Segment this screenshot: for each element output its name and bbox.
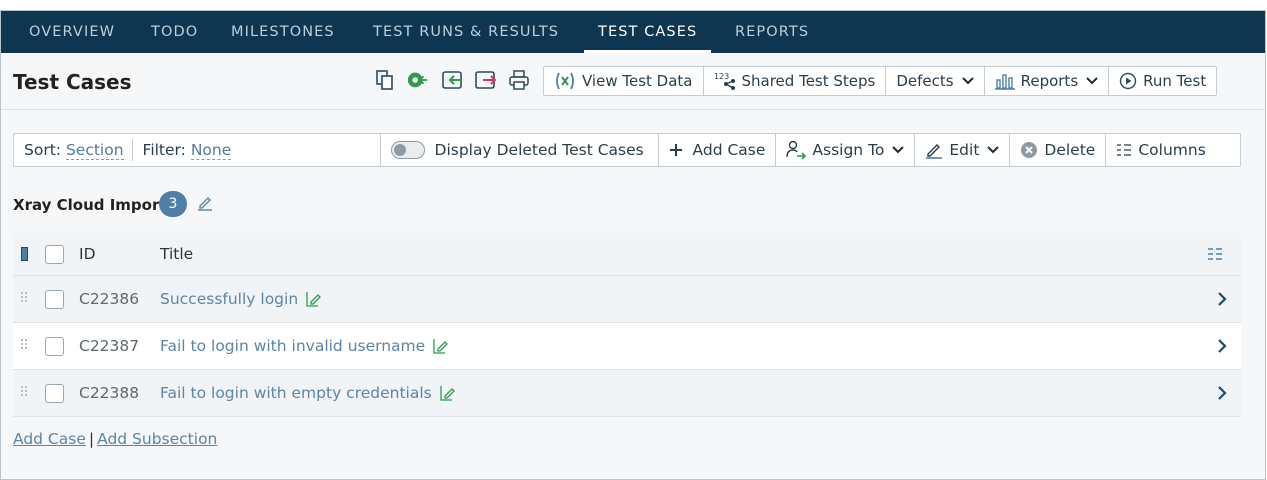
play-circle-icon: [1119, 72, 1137, 90]
header-button-group: View Test Data 123 Shared Test Steps Def…: [543, 66, 1218, 96]
export-icon[interactable]: [475, 69, 497, 91]
link-separator: |: [88, 430, 95, 448]
table-toolbar: Sort: Section Filter: None Display Delet…: [13, 133, 1241, 167]
case-title-link[interactable]: Successfully login: [160, 290, 298, 308]
delete-label: Delete: [1044, 141, 1096, 159]
print-icon[interactable]: [508, 69, 530, 91]
chevron-down-icon: [987, 146, 1000, 154]
run-test-button[interactable]: Run Test: [1109, 67, 1216, 95]
display-deleted-label: Display Deleted Test Cases: [434, 141, 644, 159]
edit-case-icon[interactable]: [438, 384, 456, 402]
select-all-checkbox[interactable]: [45, 233, 64, 275]
steps-123-icon: 123: [714, 72, 736, 90]
sort-label: Sort:: [24, 141, 61, 159]
import-icon[interactable]: [442, 69, 464, 91]
drag-handle-icon[interactable]: ⠿: [19, 370, 29, 416]
reports-dropdown[interactable]: Reports: [985, 67, 1110, 95]
edit-dropdown[interactable]: Edit: [915, 134, 1011, 166]
bar-chart-icon: [994, 72, 1015, 90]
case-title[interactable]: Fail to login with empty credentials: [160, 370, 456, 416]
chevron-down-icon: [961, 77, 974, 85]
columns-label: Columns: [1138, 141, 1206, 159]
case-id: C22387: [79, 337, 140, 355]
row-checkbox[interactable]: [45, 370, 64, 416]
assign-to-dropdown[interactable]: Assign To: [776, 134, 916, 166]
filter-control[interactable]: Filter: None: [131, 134, 381, 166]
table-row[interactable]: ⠿ C22386 Successfully login: [13, 276, 1241, 323]
case-title-link[interactable]: Fail to login with invalid username: [160, 337, 425, 355]
variable-x-icon: [554, 72, 576, 90]
defects-dropdown[interactable]: Defects: [886, 67, 985, 95]
case-id: C22388: [79, 384, 140, 402]
section-count-badge: 3: [159, 191, 187, 217]
chevron-right-icon[interactable]: [1217, 276, 1227, 322]
case-title[interactable]: Fail to login with invalid username: [160, 323, 449, 369]
plus-icon: [669, 143, 683, 157]
footer-links: Add Case | Add Subsection: [13, 430, 217, 448]
add-subsection-link[interactable]: Add Subsection: [97, 430, 217, 448]
edit-section-icon[interactable]: [197, 195, 213, 215]
shared-test-steps-button[interactable]: 123 Shared Test Steps: [704, 67, 887, 95]
toggle-switch[interactable]: [390, 141, 425, 159]
columns-button[interactable]: Columns: [1106, 134, 1240, 166]
view-test-data-label: View Test Data: [582, 72, 693, 90]
x-circle-icon: [1020, 141, 1038, 159]
user-arrow-icon: [786, 140, 807, 160]
reports-label: Reports: [1020, 72, 1079, 90]
edit-case-icon[interactable]: [304, 290, 322, 308]
sort-value[interactable]: Section: [65, 141, 124, 160]
assign-to-label: Assign To: [812, 141, 885, 159]
app-frame: OVERVIEW TODO MILESTONES TEST RUNS & RES…: [0, 10, 1266, 480]
run-test-label: Run Test: [1143, 72, 1207, 90]
top-navigation: OVERVIEW TODO MILESTONES TEST RUNS & RES…: [1, 11, 1265, 53]
divider: [131, 139, 133, 161]
table-row[interactable]: ⠿ C22388 Fail to login with empty creden…: [13, 370, 1241, 417]
pencil-icon: [925, 141, 943, 159]
row-checkbox[interactable]: [45, 323, 64, 369]
sort-control[interactable]: Sort: Section: [14, 134, 132, 166]
case-id: C22386: [79, 290, 140, 308]
copy-icon[interactable]: [374, 69, 396, 91]
row-marker-icon: [21, 233, 28, 275]
page-title: Test Cases: [13, 70, 132, 94]
section-title: Xray Cloud Import: [13, 196, 167, 214]
chevron-right-icon[interactable]: [1217, 323, 1227, 369]
case-title[interactable]: Successfully login: [160, 276, 322, 322]
tab-test-runs-results[interactable]: TEST RUNS & RESULTS: [359, 11, 573, 53]
tab-todo[interactable]: TODO: [137, 11, 212, 53]
edit-label: Edit: [949, 141, 980, 159]
tab-milestones[interactable]: MILESTONES: [217, 11, 349, 53]
display-deleted-toggle[interactable]: Display Deleted Test Cases: [381, 134, 659, 166]
filter-label: Filter:: [142, 141, 186, 159]
chevron-down-icon: [892, 146, 905, 154]
tab-reports[interactable]: REPORTS: [721, 11, 823, 53]
id-column-header[interactable]: ID: [79, 233, 96, 275]
add-case-link[interactable]: Add Case: [13, 430, 86, 448]
add-green-icon[interactable]: [406, 69, 428, 91]
add-case-button[interactable]: Add Case: [659, 134, 777, 166]
tab-test-cases[interactable]: TEST CASES: [584, 11, 712, 53]
shared-test-steps-label: Shared Test Steps: [741, 72, 876, 90]
page-header: Test Cases View Test Data 123 Shared Tes…: [1, 53, 1265, 110]
columns-icon: [1116, 143, 1132, 157]
column-settings-icon[interactable]: [1207, 233, 1223, 275]
edit-case-icon[interactable]: [431, 337, 449, 355]
case-title-link[interactable]: Fail to login with empty credentials: [160, 384, 432, 402]
table-header-row: ID Title: [13, 233, 1241, 276]
drag-handle-icon[interactable]: ⠿: [19, 323, 29, 369]
table-row[interactable]: ⠿ C22387 Fail to login with invalid user…: [13, 323, 1241, 370]
drag-handle-icon[interactable]: ⠿: [19, 276, 29, 322]
svg-text:123: 123: [714, 72, 729, 81]
defects-label: Defects: [896, 72, 954, 90]
row-checkbox[interactable]: [45, 276, 64, 322]
filter-value[interactable]: None: [190, 141, 232, 160]
title-column-header[interactable]: Title: [160, 233, 193, 275]
tab-overview[interactable]: OVERVIEW: [15, 11, 129, 53]
add-case-label: Add Case: [692, 141, 766, 159]
test-cases-table: ID Title ⠿ C22386 Successfully login ⠿ C…: [13, 233, 1241, 417]
view-test-data-button[interactable]: View Test Data: [544, 67, 704, 95]
delete-button[interactable]: Delete: [1010, 134, 1107, 166]
chevron-down-icon: [1086, 77, 1098, 85]
chevron-right-icon[interactable]: [1217, 370, 1227, 416]
